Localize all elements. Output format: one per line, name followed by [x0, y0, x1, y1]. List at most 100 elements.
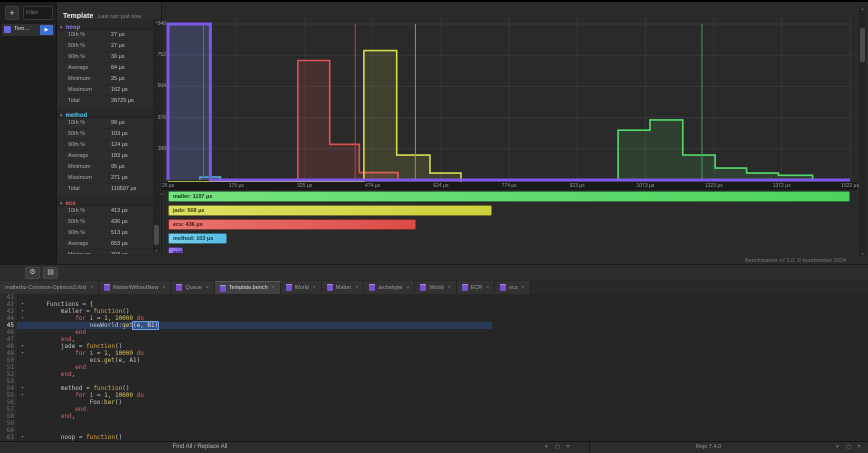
- tab-matterwithoutnew[interactable]: MatterWithoutNew×: [99, 281, 171, 294]
- fold-arrow-icon[interactable]: ▾: [17, 385, 28, 392]
- code-line[interactable]: 48▾jade = function(): [0, 343, 868, 350]
- close-icon[interactable]: ×: [448, 285, 451, 291]
- tab-world[interactable]: World ×: [281, 281, 322, 294]
- code-line[interactable]: 49▾for i = 1, 10000 do: [0, 350, 868, 357]
- script-icon: [220, 285, 226, 292]
- tab-queue[interactable]: Queue ×: [171, 281, 214, 294]
- close-icon[interactable]: ×: [272, 285, 275, 291]
- scroll-up-icon[interactable]: ▴: [859, 6, 866, 11]
- stat-section-noop[interactable]: ▾noop: [57, 19, 154, 30]
- code-line[interactable]: 50ecs.get(e, A1): [0, 357, 868, 364]
- tab-matter[interactable]: Matter×: [322, 281, 365, 294]
- run-benchmark-button[interactable]: ▶: [40, 25, 53, 35]
- benchmarker-panel: + Tem… ▶ TemplateLast run: just now ▾noo…: [0, 2, 868, 264]
- code-line[interactable]: 60: [0, 427, 868, 434]
- close-icon[interactable]: ×: [313, 285, 316, 291]
- y-axis-tick-label: 752: [142, 52, 166, 58]
- x-axis-tick-label: 1223 μs: [699, 183, 729, 189]
- code-line[interactable]: 42▾Functions = {: [0, 301, 868, 308]
- code-text: maller = function(): [61, 308, 130, 315]
- studio-window: + Tem… ▶ TemplateLast run: just now ▾noo…: [0, 0, 868, 453]
- dock-float-icon[interactable]: ▢: [555, 444, 560, 450]
- line-number: 58: [0, 413, 17, 420]
- code-line[interactable]: 43▾ maller = function(): [0, 308, 868, 315]
- code-line[interactable]: 59: [0, 420, 868, 427]
- scrollbar-thumb[interactable]: [154, 225, 159, 245]
- close-icon[interactable]: ×: [406, 285, 409, 291]
- tab-ecr[interactable]: ECR×: [457, 281, 496, 294]
- close-icon[interactable]: ×: [90, 285, 93, 291]
- fold-gutter: [17, 427, 28, 434]
- chart-scrollbar[interactable]: ▴ ▾: [859, 6, 866, 256]
- close-icon[interactable]: ×: [486, 285, 489, 291]
- x-axis-tick-label: 325 μs: [290, 183, 320, 189]
- add-benchmark-button[interactable]: +: [5, 6, 19, 20]
- fold-arrow-icon[interactable]: ▾: [17, 350, 28, 357]
- line-number: 41: [0, 294, 17, 301]
- scroll-down-icon[interactable]: ▾: [859, 251, 866, 256]
- stat-row: Total28725 μs: [57, 96, 154, 107]
- code-line[interactable]: 58end,: [0, 413, 868, 420]
- text-cursor: [158, 322, 159, 328]
- tab-world[interactable]: World ×: [415, 281, 456, 294]
- stat-section-method[interactable]: ▾method: [57, 107, 154, 118]
- histogram-outline-maller: [618, 120, 813, 180]
- close-icon[interactable]: ×: [162, 285, 165, 291]
- fold-arrow-icon[interactable]: ▾: [17, 308, 28, 315]
- stat-row: 50th %27 μs: [57, 41, 154, 52]
- fold-arrow-icon[interactable]: ▾: [17, 434, 28, 441]
- rojo-chevron-icon[interactable]: ▾: [836, 444, 839, 450]
- line-number: 42: [0, 301, 17, 308]
- tab-label: World: [295, 285, 309, 291]
- code-line[interactable]: 41: [0, 294, 868, 301]
- fold-arrow-icon[interactable]: ▾: [17, 343, 28, 350]
- close-icon[interactable]: ×: [522, 285, 525, 291]
- tab-label: World: [429, 285, 443, 291]
- tab-ecs[interactable]: ecs×: [495, 281, 530, 294]
- rojo-float-icon[interactable]: ▢: [846, 444, 851, 450]
- dock-close-icon[interactable]: ✕: [566, 444, 570, 450]
- y-axis-tick-label: 564: [142, 83, 166, 89]
- histogram-outline-noop: [168, 24, 850, 180]
- fold-gutter: [17, 294, 28, 301]
- tab-matterbz-common-optimus2-rbxl[interactable]: matterbz-Common-Optimus2.rbxl×: [0, 281, 99, 294]
- close-icon[interactable]: ×: [206, 285, 209, 291]
- code-line[interactable]: 54▾method = function(): [0, 385, 868, 392]
- docs-button[interactable]: ▤: [43, 267, 58, 279]
- fold-arrow-icon[interactable]: ▾: [17, 392, 28, 399]
- stat-section-ecs[interactable]: ▾ecs: [57, 195, 154, 206]
- fold-arrow-icon[interactable]: ▾: [17, 301, 28, 308]
- rojo-close-icon[interactable]: ✕: [857, 444, 861, 450]
- scrollbar-thumb[interactable]: [860, 28, 865, 62]
- code-line[interactable]: 57end: [0, 406, 868, 413]
- code-line[interactable]: 55▾for i = 1, 10000 do: [0, 392, 868, 399]
- tab-archetype[interactable]: archetype×: [364, 281, 415, 294]
- code-line[interactable]: 47end,: [0, 336, 868, 343]
- fold-gutter: [17, 357, 28, 364]
- find-replace-label[interactable]: Find All / Replace All: [135, 444, 265, 450]
- stat-row: Total110597 μs: [57, 184, 154, 195]
- close-icon[interactable]: ×: [355, 285, 358, 291]
- code-line[interactable]: 56Foo:bar(): [0, 399, 868, 406]
- code-line[interactable]: 45newWorld:get(e, B1): [0, 322, 868, 329]
- tab-label: Queue: [185, 285, 202, 291]
- line-number: 59: [0, 420, 17, 427]
- line-number: 43: [0, 308, 17, 315]
- sidebar-item-template[interactable]: Tem… ▶: [2, 24, 55, 36]
- code-line[interactable]: 61▾noop = function(): [0, 434, 868, 441]
- line-number: 57: [0, 406, 17, 413]
- tab-template-bench[interactable]: Template.bench×: [215, 281, 281, 294]
- stat-row: Minimum393 μs: [57, 250, 154, 254]
- dock-chevron-icon[interactable]: ▾: [545, 444, 548, 450]
- code-editor[interactable]: 4142▾Functions = {43▾maller = function()…: [0, 294, 868, 441]
- code-line[interactable]: 51end: [0, 364, 868, 371]
- filter-input[interactable]: [23, 6, 53, 20]
- settings-button[interactable]: ⚙: [25, 267, 40, 279]
- code-line[interactable]: 46end: [0, 329, 868, 336]
- code-line[interactable]: 44▾for i = 1, 10000 do: [0, 315, 868, 322]
- gear-icon: ⚙: [29, 269, 35, 276]
- fold-arrow-icon[interactable]: ▾: [17, 315, 28, 322]
- code-line[interactable]: 52end,: [0, 371, 868, 378]
- code-line[interactable]: 53: [0, 378, 868, 385]
- scroll-down-icon[interactable]: ▾: [153, 248, 160, 253]
